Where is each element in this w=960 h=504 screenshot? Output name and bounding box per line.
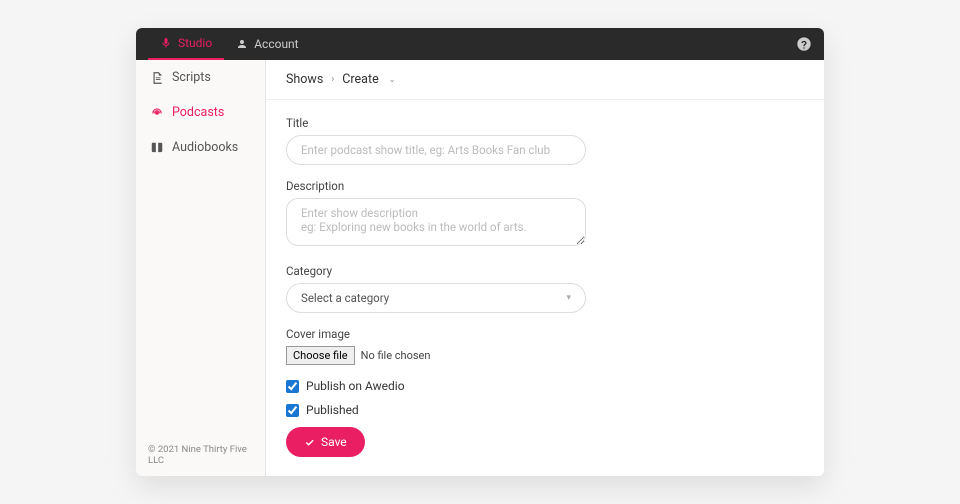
sidebar-item-podcasts[interactable]: Podcasts	[136, 95, 265, 130]
title-input[interactable]	[286, 135, 586, 165]
body: Scripts Podcasts Audiobooks © 2021 Nine …	[136, 60, 824, 476]
sidebar: Scripts Podcasts Audiobooks © 2021 Nine …	[136, 60, 266, 476]
breadcrumb-current[interactable]: Create	[342, 72, 378, 87]
published-label: Published	[306, 403, 359, 417]
field-published: Published	[286, 403, 804, 417]
publish-awedio-label: Publish on Awedio	[306, 379, 405, 393]
microphone-icon	[160, 37, 172, 49]
sidebar-item-label: Scripts	[172, 70, 211, 85]
breadcrumb: Shows › Create ⌄	[266, 60, 824, 100]
book-icon	[150, 141, 164, 155]
published-checkbox[interactable]	[286, 404, 299, 417]
file-status: No file chosen	[361, 349, 431, 362]
description-label: Description	[286, 179, 804, 193]
help-icon[interactable]	[796, 36, 812, 52]
cover-label: Cover image	[286, 327, 804, 341]
field-publish-awedio: Publish on Awedio	[286, 379, 804, 393]
field-title: Title	[286, 116, 804, 165]
sidebar-item-label: Audiobooks	[172, 140, 238, 155]
create-form: Title Description Category Select a cate…	[266, 100, 824, 473]
broadcast-icon	[150, 106, 164, 120]
footer-text: © 2021 Nine Thirty Five LLC	[136, 434, 265, 476]
publish-awedio-checkbox[interactable]	[286, 380, 299, 393]
chevron-down-icon: ▾	[566, 293, 571, 303]
tab-label: Account	[254, 37, 298, 51]
tab-account[interactable]: Account	[224, 28, 310, 60]
save-button[interactable]: Save	[286, 427, 365, 457]
chevron-right-icon: ›	[331, 74, 334, 85]
save-label: Save	[321, 435, 347, 449]
breadcrumb-root[interactable]: Shows	[286, 72, 323, 87]
field-cover: Cover image Choose file No file chosen	[286, 327, 804, 365]
topbar: Studio Account	[136, 28, 824, 60]
category-selected: Select a category	[301, 291, 389, 305]
person-icon	[236, 38, 248, 50]
choose-file-button[interactable]: Choose file	[286, 346, 355, 365]
check-icon	[304, 437, 315, 448]
description-input[interactable]	[286, 198, 586, 246]
chevron-down-icon[interactable]: ⌄	[389, 75, 396, 84]
document-icon	[150, 71, 164, 85]
sidebar-item-audiobooks[interactable]: Audiobooks	[136, 130, 265, 165]
title-label: Title	[286, 116, 804, 130]
sidebar-item-scripts[interactable]: Scripts	[136, 60, 265, 95]
main-content: Shows › Create ⌄ Title Description Categ…	[266, 60, 824, 476]
category-select[interactable]: Select a category ▾	[286, 283, 586, 313]
category-label: Category	[286, 264, 804, 278]
tab-studio[interactable]: Studio	[148, 28, 224, 60]
field-category: Category Select a category ▾	[286, 264, 804, 313]
sidebar-item-label: Podcasts	[172, 105, 224, 120]
field-description: Description	[286, 179, 804, 250]
app-window: Studio Account Scripts Podcasts Audioboo…	[136, 28, 824, 476]
tab-label: Studio	[178, 36, 212, 50]
